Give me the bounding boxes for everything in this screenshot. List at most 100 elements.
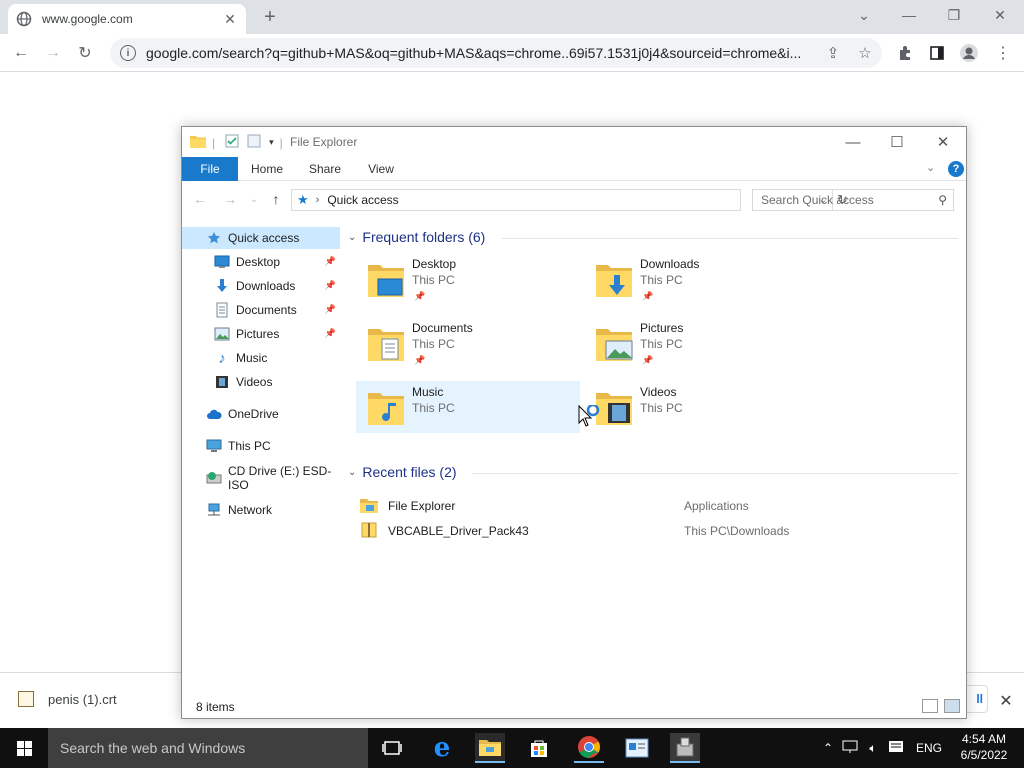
store-icon[interactable] (524, 733, 554, 763)
tab-file[interactable]: File (182, 157, 238, 181)
cloud-icon (206, 406, 222, 422)
tab-view[interactable]: View (358, 157, 404, 181)
address-box[interactable]: ★ › Quick access ⌄ ↻ (291, 189, 848, 211)
recent-locations-icon[interactable]: ⌄ (244, 189, 264, 209)
close-window-button[interactable]: ✕ (920, 127, 966, 157)
collapse-chevron-icon[interactable]: ⌄ (348, 232, 356, 243)
close-tab-icon[interactable]: ✕ (222, 11, 238, 27)
search-placeholder: Search Quick access (761, 193, 874, 207)
window-title: File Explorer (290, 135, 358, 149)
close-download-bar-icon[interactable]: ✕ (996, 691, 1016, 711)
tab-search-icon[interactable]: ⌄ (850, 3, 878, 27)
collapse-chevron-icon[interactable]: ⌄ (348, 467, 356, 478)
folder-tile-pictures[interactable]: Pictures This PC 📌 (584, 317, 808, 369)
site-info-icon[interactable]: i (120, 45, 136, 61)
sidebar-item-downloads[interactable]: Downloads 📌 (182, 275, 340, 297)
app-icon[interactable] (622, 733, 652, 763)
content-pane: ⌄ Frequent folders (6) Desktop This PC 📌… (342, 225, 962, 695)
expand-ribbon-icon[interactable]: ⌄ (926, 161, 935, 174)
sidebar-item-videos[interactable]: Videos (182, 371, 340, 393)
tab-share[interactable]: Share (302, 157, 348, 181)
folder-tile-videos[interactable]: Videos This PC (584, 381, 808, 433)
extensions-icon[interactable] (892, 40, 918, 66)
tab-home[interactable]: Home (244, 157, 290, 181)
folder-tile-documents[interactable]: Documents This PC 📌 (356, 317, 580, 369)
reload-button[interactable]: ↻ (72, 40, 98, 66)
address-bar[interactable]: i google.com/search?q=github+MAS&oq=gith… (110, 38, 882, 68)
help-icon[interactable]: ? (948, 161, 964, 177)
share-icon[interactable]: ⇪ (824, 44, 842, 62)
url-text[interactable]: google.com/search?q=github+MAS&oq=github… (146, 45, 818, 61)
status-bar: 8 items (182, 697, 966, 717)
taskbar-clock[interactable]: 4:54 AM 6/5/2022 (956, 731, 1012, 763)
show-hidden-icons-chevron-icon[interactable]: ⌃ (820, 741, 836, 755)
clock-date: 6/5/2022 (960, 748, 1008, 762)
computer-icon (206, 438, 222, 454)
forward-button[interactable]: → (220, 189, 240, 209)
download-item[interactable]: penis (1).crt (18, 691, 117, 707)
recent-files-header[interactable]: ⌄ Recent files (2) (348, 464, 457, 480)
back-button[interactable]: ← (190, 189, 210, 209)
start-button[interactable] (0, 728, 48, 768)
browser-tab[interactable]: www.google.com ✕ (8, 4, 246, 34)
edge-icon[interactable]: e (427, 733, 457, 763)
bookmark-star-icon[interactable]: ☆ (856, 44, 874, 62)
explorer-titlebar: | ▾ | File Explorer — ☐ ✕ (182, 127, 966, 157)
new-folder-icon[interactable] (247, 134, 261, 151)
network-status-icon[interactable] (838, 740, 862, 757)
profile-avatar-icon[interactable] (956, 40, 982, 66)
sidebar-item-cd-drive[interactable]: CD Drive (E:) ESD-ISO (182, 464, 340, 492)
sidebar-item-this-pc[interactable]: This PC (182, 435, 340, 457)
minimize-button[interactable]: — (895, 3, 923, 27)
restore-button[interactable]: ❐ (940, 3, 968, 27)
file-explorer-icon[interactable] (475, 733, 505, 763)
list-item[interactable]: VBCABLE_Driver_Pack43 This PC\Downloads (360, 520, 950, 542)
folder-tile-music[interactable]: Music This PC (356, 381, 580, 433)
frequent-folders-header[interactable]: ⌄ Frequent folders (6) (348, 229, 485, 245)
sidebar-item-documents[interactable]: Documents 📌 (182, 299, 340, 321)
sidebar-item-label: Music (236, 351, 268, 365)
folder-tile-desktop[interactable]: Desktop This PC 📌 (356, 253, 580, 305)
chrome-icon[interactable] (574, 733, 604, 763)
breadcrumb-chevron-icon[interactable]: › (316, 194, 320, 206)
taskbar: Search the web and Windows e ⌃ 🔈︎ ENG 4:… (0, 728, 1024, 768)
taskbar-search-box[interactable]: Search the web and Windows (48, 728, 368, 768)
large-icons-view-icon[interactable] (944, 699, 960, 713)
breadcrumb[interactable]: Quick access (327, 193, 398, 207)
sidebar-item-onedrive[interactable]: OneDrive (182, 403, 340, 425)
sidebar-item-label: OneDrive (228, 407, 279, 421)
sidebar-item-desktop[interactable]: Desktop 📌 (182, 251, 340, 273)
maximize-button[interactable]: ☐ (874, 127, 920, 157)
menu-kebab-icon[interactable]: ⋮ (990, 40, 1016, 66)
notifications-icon[interactable] (884, 740, 908, 757)
volume-icon[interactable]: 🔈︎ (862, 741, 884, 756)
folder-name: Documents (412, 321, 473, 335)
back-button[interactable]: ← (8, 40, 34, 66)
pin-icon: 📌 (324, 304, 336, 314)
up-button[interactable]: ↑ (266, 189, 286, 209)
task-view-icon[interactable] (377, 733, 407, 763)
search-input[interactable]: Search Quick access ⚲ (752, 189, 954, 211)
new-tab-button[interactable]: + (258, 5, 282, 29)
minimize-button[interactable]: — (830, 127, 876, 157)
list-item[interactable]: File Explorer Applications (360, 495, 950, 517)
folder-tile-downloads[interactable]: Downloads This PC 📌 (584, 253, 808, 305)
side-panel-icon[interactable] (924, 40, 950, 66)
sidebar-item-music[interactable]: ♪ Music (182, 347, 340, 369)
close-window-button[interactable]: ✕ (986, 3, 1014, 27)
file-explorer-window: | ▾ | File Explorer — ☐ ✕ File Home Shar… (181, 126, 967, 719)
forward-button[interactable]: → (40, 40, 66, 66)
clock-time: 4:54 AM (961, 732, 1007, 746)
input-language[interactable]: ENG (916, 741, 942, 755)
sidebar-item-label: Network (228, 503, 273, 517)
browser-toolbar: ← → ↻ i google.com/search?q=github+MAS&o… (0, 34, 1024, 72)
sidebar-item-network[interactable]: Network (182, 499, 340, 521)
tab-title: www.google.com (42, 12, 133, 26)
qat-customize-icon[interactable]: ▾ (269, 137, 274, 148)
group-divider (502, 238, 958, 239)
installer-icon[interactable] (670, 733, 700, 763)
sidebar-item-pictures[interactable]: Pictures 📌 (182, 323, 340, 345)
properties-icon[interactable] (225, 134, 239, 151)
sidebar-item-quick-access[interactable]: Quick access (182, 227, 340, 249)
details-view-icon[interactable] (922, 699, 938, 713)
